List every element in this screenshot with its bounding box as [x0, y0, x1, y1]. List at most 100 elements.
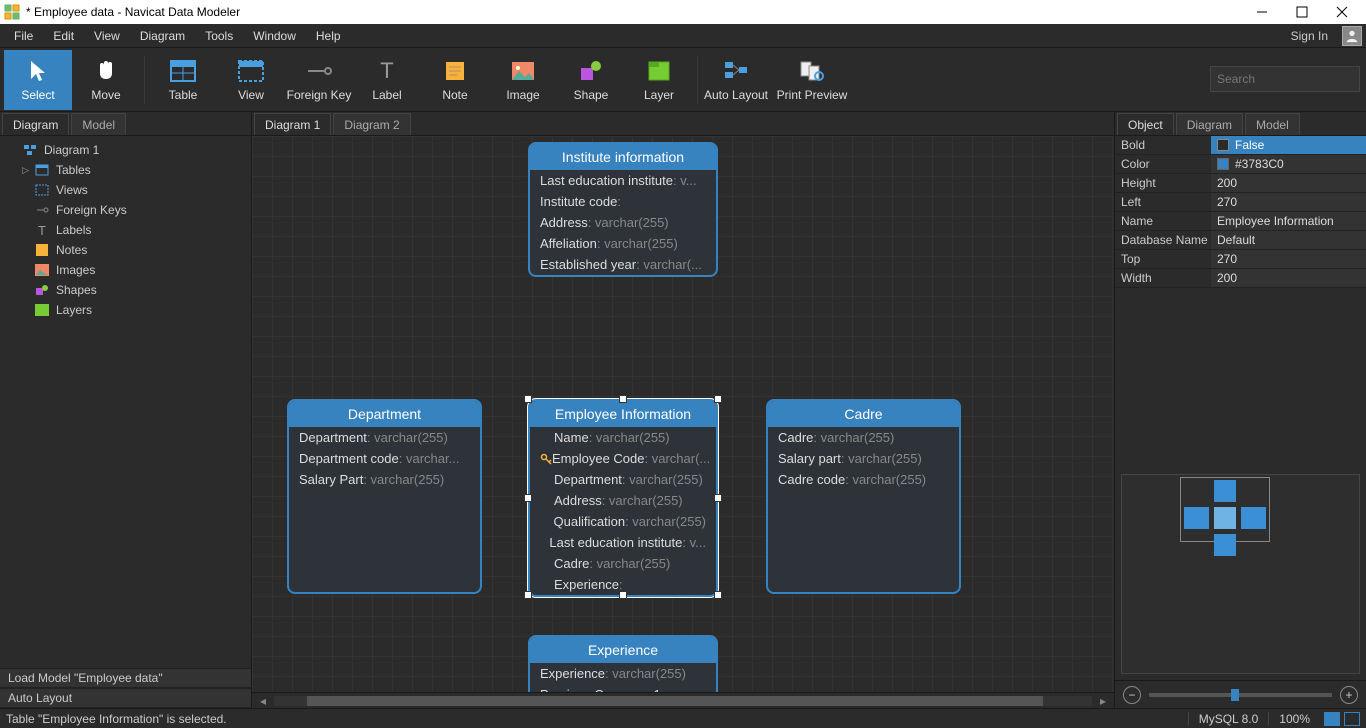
menu-window[interactable]: Window — [243, 26, 306, 46]
entity-column[interactable]: Last education institute: v... — [530, 532, 716, 553]
menu-tools[interactable]: Tools — [195, 26, 243, 46]
diagram-tab-2[interactable]: Diagram 2 — [333, 113, 410, 135]
history-item[interactable]: Auto Layout — [0, 688, 251, 708]
layer-icon — [645, 58, 673, 84]
diagram-tab-1[interactable]: Diagram 1 — [254, 113, 331, 135]
entity-experience[interactable]: Experience Experience: varchar(255)Previ… — [528, 635, 718, 692]
tree-views[interactable]: Views — [2, 180, 249, 200]
entity-column[interactable]: Previous Company 1: varc... — [530, 684, 716, 692]
menu-file[interactable]: File — [4, 26, 43, 46]
prop-height[interactable]: Height200 — [1115, 174, 1366, 193]
menu-view[interactable]: View — [84, 26, 130, 46]
tool-select[interactable]: Select — [4, 50, 72, 110]
tool-foreign-key[interactable]: Foreign Key — [285, 50, 353, 110]
tree-notes[interactable]: Notes — [2, 240, 249, 260]
tool-note[interactable]: Note — [421, 50, 489, 110]
entity-column[interactable]: Qualification: varchar(255) — [530, 511, 716, 532]
view-mode-1[interactable] — [1324, 712, 1340, 726]
status-bar: Table "Employee Information" is selected… — [0, 708, 1366, 728]
tree-layers[interactable]: Layers — [2, 300, 249, 320]
canvas[interactable]: Institute information Last education ins… — [252, 136, 1114, 692]
entity-column[interactable]: Last education institute: v... — [530, 170, 716, 191]
tool-layer[interactable]: Layer — [625, 50, 693, 110]
tool-view[interactable]: View — [217, 50, 285, 110]
tree-tables[interactable]: ▷Tables — [2, 160, 249, 180]
entity-column[interactable]: Department: varchar(255) — [530, 469, 716, 490]
horizontal-scrollbar[interactable]: ◂ ▸ — [252, 692, 1114, 708]
tree-diagram1[interactable]: Diagram 1 — [2, 140, 249, 160]
status-db: MySQL 8.0 — [1188, 712, 1269, 726]
zoom-slider[interactable] — [1149, 693, 1332, 697]
entity-column[interactable]: Affeliation: varchar(255) — [530, 233, 716, 254]
entity-column[interactable]: Salary part: varchar(255) — [768, 448, 959, 469]
minimize-button[interactable] — [1242, 0, 1282, 24]
tab-model-right[interactable]: Model — [1245, 113, 1300, 135]
hand-icon — [92, 58, 120, 84]
menu-help[interactable]: Help — [306, 26, 351, 46]
minimap[interactable] — [1121, 474, 1360, 674]
resize-handle[interactable] — [524, 395, 532, 403]
history-item[interactable]: Load Model "Employee data" — [0, 668, 251, 688]
entity-column[interactable]: Salary Part: varchar(255) — [289, 469, 480, 490]
zoom-in-button[interactable]: + — [1340, 686, 1358, 704]
resize-handle[interactable] — [714, 395, 722, 403]
prop-width[interactable]: Width200 — [1115, 269, 1366, 288]
entity-column[interactable]: Cadre code: varchar(255) — [768, 469, 959, 490]
resize-handle[interactable] — [619, 591, 627, 599]
entity-column[interactable]: Cadre: varchar(255) — [530, 553, 716, 574]
tab-model[interactable]: Model — [71, 113, 126, 135]
zoom-out-button[interactable]: − — [1123, 686, 1141, 704]
entity-column[interactable]: Experience: varchar(255) — [530, 663, 716, 684]
tool-table[interactable]: Table — [149, 50, 217, 110]
tool-image[interactable]: Image — [489, 50, 557, 110]
entity-column[interactable]: Institute code: — [530, 191, 716, 212]
entity-cadre[interactable]: Cadre Cadre: varchar(255)Salary part: va… — [766, 399, 961, 594]
search-box[interactable] — [1210, 66, 1360, 92]
maximize-button[interactable] — [1282, 0, 1322, 24]
entity-column[interactable]: Employee Code: varchar(... — [530, 448, 716, 469]
tool-move[interactable]: Move — [72, 50, 140, 110]
tree-shapes[interactable]: Shapes — [2, 280, 249, 300]
tree-images[interactable]: Images — [2, 260, 249, 280]
close-button[interactable] — [1322, 0, 1362, 24]
entity-column[interactable]: Department: varchar(255) — [289, 427, 480, 448]
scroll-right-icon[interactable]: ▸ — [1096, 694, 1110, 708]
prop-database-name[interactable]: Database NameDefault — [1115, 231, 1366, 250]
entity-column[interactable]: Address: varchar(255) — [530, 490, 716, 511]
tool-shape[interactable]: Shape — [557, 50, 625, 110]
entity-column[interactable]: Department code: varchar... — [289, 448, 480, 469]
prop-color[interactable]: Color#3783C0 — [1115, 155, 1366, 174]
entity-column[interactable]: Cadre: varchar(255) — [768, 427, 959, 448]
tree-labels[interactable]: TLabels — [2, 220, 249, 240]
view-mode-2[interactable] — [1344, 712, 1360, 726]
entity-column[interactable]: Established year: varchar(... — [530, 254, 716, 275]
menu-edit[interactable]: Edit — [43, 26, 84, 46]
resize-handle[interactable] — [714, 591, 722, 599]
resize-handle[interactable] — [524, 494, 532, 502]
menu-diagram[interactable]: Diagram — [130, 26, 195, 46]
sign-in-link[interactable]: Sign In — [1283, 26, 1336, 46]
entity-title: Employee Information — [530, 401, 716, 427]
entity-department[interactable]: Department Department: varchar(255)Depar… — [287, 399, 482, 594]
tool-print-preview[interactable]: Print Preview — [770, 50, 854, 110]
entity-employee[interactable]: Employee Information Name: varchar(255)E… — [528, 399, 718, 597]
prop-bold[interactable]: BoldFalse — [1115, 136, 1366, 155]
resize-handle[interactable] — [619, 395, 627, 403]
resize-handle[interactable] — [524, 591, 532, 599]
entity-column[interactable]: Address: varchar(255) — [530, 212, 716, 233]
user-avatar[interactable] — [1342, 26, 1362, 46]
prop-name[interactable]: NameEmployee Information — [1115, 212, 1366, 231]
tab-diagram-right[interactable]: Diagram — [1176, 113, 1243, 135]
resize-handle[interactable] — [714, 494, 722, 502]
prop-top[interactable]: Top270 — [1115, 250, 1366, 269]
tab-diagram[interactable]: Diagram — [2, 113, 69, 135]
prop-left[interactable]: Left270 — [1115, 193, 1366, 212]
tool-auto-layout[interactable]: Auto Layout — [702, 50, 770, 110]
tab-object[interactable]: Object — [1117, 113, 1174, 135]
entity-institute[interactable]: Institute information Last education ins… — [528, 142, 718, 277]
tool-label[interactable]: T Label — [353, 50, 421, 110]
entity-column[interactable]: Name: varchar(255) — [530, 427, 716, 448]
search-input[interactable] — [1217, 72, 1366, 86]
scroll-left-icon[interactable]: ◂ — [256, 694, 270, 708]
tree-foreign-keys[interactable]: Foreign Keys — [2, 200, 249, 220]
